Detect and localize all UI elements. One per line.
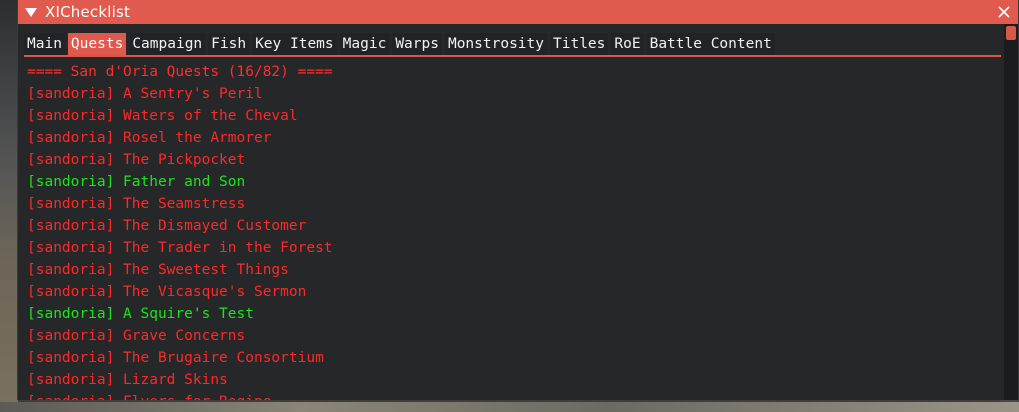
window-title: XIChecklist <box>45 3 131 21</box>
quest-row: [sandoria] Lizard Skins <box>27 372 228 388</box>
section-header: ==== San d'Oria Quests (16/82) ==== <box>27 64 333 80</box>
tab-battle-content[interactable]: Battle Content <box>646 33 775 55</box>
quest-row: [sandoria] Grave Concerns <box>27 328 246 344</box>
quest-row: [sandoria] Flyers for Regine <box>27 391 992 400</box>
tab-warps[interactable]: Warps <box>392 33 442 55</box>
quest-row: [sandoria] The Dismayed Customer <box>27 218 307 234</box>
close-icon[interactable] <box>996 4 1012 20</box>
quest-row: [sandoria] The Trader in the Forest <box>27 240 333 256</box>
tab-monstrosity[interactable]: Monstrosity <box>444 33 547 55</box>
tab-quests[interactable]: Quests <box>67 33 127 55</box>
tab-magic[interactable]: Magic <box>339 33 390 55</box>
window-titlebar[interactable]: XIChecklist <box>18 0 1018 24</box>
quest-row: [sandoria] The Sweetest Things <box>27 262 289 278</box>
tab-roe[interactable]: RoE <box>611 33 644 55</box>
tab-underline <box>24 55 1001 57</box>
tab-titles[interactable]: Titles <box>550 33 609 55</box>
tab-fish[interactable]: Fish <box>208 33 250 55</box>
vertical-scrollbar[interactable] <box>1004 24 1018 400</box>
quest-row: [sandoria] The Pickpocket <box>27 152 246 168</box>
tab-campaign[interactable]: Campaign <box>129 33 206 55</box>
quest-list-panel: ==== San d'Oria Quests (16/82) ==== [san… <box>27 61 992 400</box>
quest-row: [sandoria] The Seamstress <box>27 196 246 212</box>
background-scenery-bottom <box>0 402 1019 412</box>
quest-row: [sandoria] Father and Son <box>27 174 246 190</box>
tab-bar: Main Quests Campaign Fish Key Items Magic Warp… <box>24 33 775 55</box>
tab-key-items[interactable]: Key Items <box>252 33 337 55</box>
quest-row: [sandoria] A Sentry's Peril <box>27 86 263 102</box>
quest-list: [sandoria] A Sentry's Peril [sandoria] Wa… <box>27 83 992 400</box>
xichecklist-window: XIChecklist Main Quests Campaign Fish Key It… <box>17 0 1019 400</box>
tab-main[interactable]: Main <box>24 33 65 55</box>
triangle-down-icon[interactable] <box>25 6 37 18</box>
quest-row: [sandoria] The Vicasque's Sermon <box>27 284 307 300</box>
quest-row: [sandoria] Waters of the Cheval <box>27 108 298 124</box>
quest-row: [sandoria] A Squire's Test <box>27 306 254 322</box>
background-scenery-left <box>0 0 18 412</box>
quest-row: [sandoria] The Brugaire Consortium <box>27 350 324 366</box>
scrollbar-thumb[interactable] <box>1006 26 1016 40</box>
quest-row: [sandoria] Rosel the Armorer <box>27 130 272 146</box>
